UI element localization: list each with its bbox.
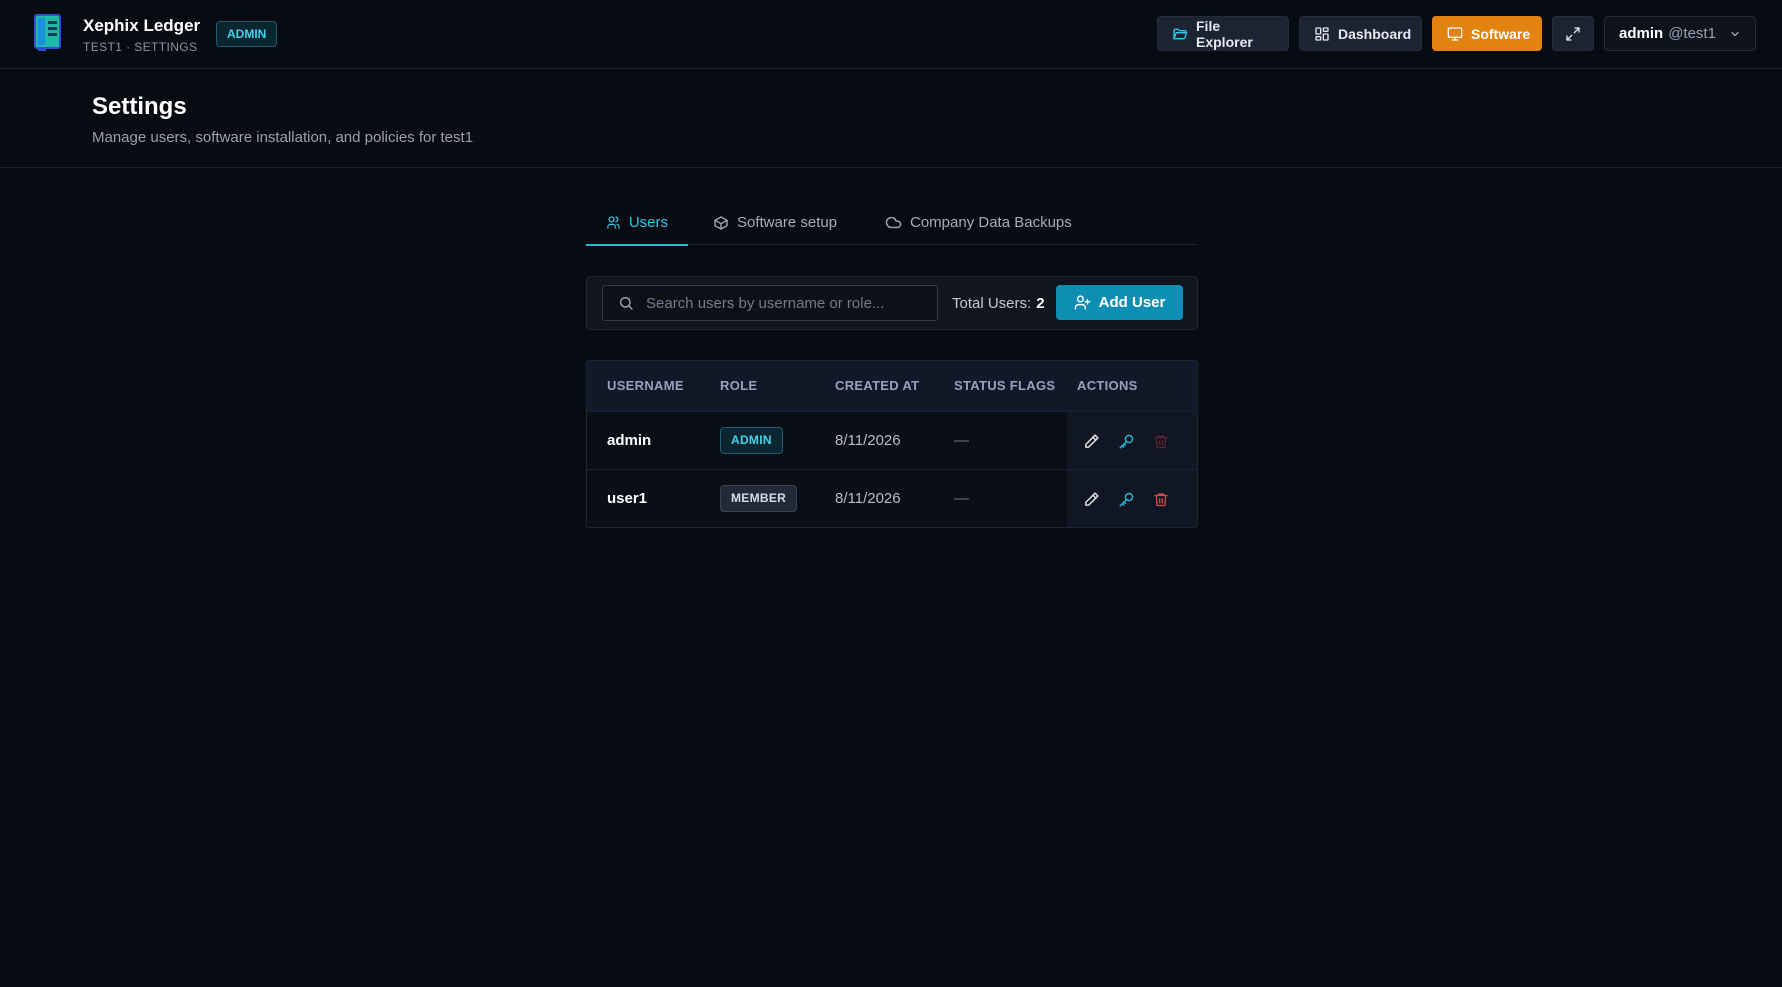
file-explorer-button[interactable]: File Explorer xyxy=(1157,16,1289,51)
software-label: Software xyxy=(1471,25,1531,42)
top-bar: Xephix Ledger TEST1 · SETTINGS ADMIN Fil… xyxy=(0,0,1782,69)
users-icon xyxy=(607,216,620,229)
page-title: Settings xyxy=(92,93,187,120)
column-role[interactable]: ROLE xyxy=(720,361,757,411)
search-icon xyxy=(620,297,633,310)
status-flags-cell: — xyxy=(954,490,969,507)
tab-users[interactable]: Users xyxy=(586,200,688,246)
page-header: Settings Manage users, software installa… xyxy=(0,69,1782,168)
username-cell: user1 xyxy=(607,490,648,507)
user-plus-icon xyxy=(1074,295,1090,310)
search-box xyxy=(602,285,938,321)
edit-user-button[interactable] xyxy=(1081,431,1101,451)
reset-password-button[interactable] xyxy=(1116,489,1136,509)
settings-tabs: Users Software setup Company Data Backup… xyxy=(586,200,1198,246)
role-badge: MEMBER xyxy=(720,485,798,512)
chevron-down-icon xyxy=(1731,31,1739,36)
tab-software-setup[interactable]: Software setup xyxy=(713,200,837,245)
software-button[interactable]: Software xyxy=(1432,16,1542,51)
search-input[interactable] xyxy=(646,294,916,312)
edit-user-button[interactable] xyxy=(1081,489,1101,509)
user-menu-username: admin xyxy=(1619,25,1664,42)
add-user-label: Add User xyxy=(1098,294,1166,311)
app-title: Xephix Ledger xyxy=(83,16,201,35)
key-icon xyxy=(1118,492,1133,507)
ledger-logo-icon xyxy=(34,14,61,51)
table-row: admin ADMIN 8/11/2026 — xyxy=(587,411,1197,469)
add-user-button[interactable]: Add User xyxy=(1056,285,1183,320)
tab-company-data-backups-label: Company Data Backups xyxy=(910,214,1072,231)
role-badge: ADMIN xyxy=(216,21,278,47)
column-username[interactable]: USERNAME xyxy=(607,361,684,411)
dashboard-button[interactable]: Dashboard xyxy=(1299,16,1422,51)
pencil-icon xyxy=(1084,491,1099,506)
user-menu-company: @test1 xyxy=(1668,25,1716,42)
tab-users-label: Users xyxy=(628,214,668,231)
monitor-icon xyxy=(1447,26,1463,41)
username-cell: admin xyxy=(607,432,652,449)
column-status-flags[interactable]: STATUS FLAGS xyxy=(954,361,1055,411)
dashboard-icon xyxy=(1315,26,1329,41)
total-users-label: Total Users: xyxy=(952,294,1032,312)
user-menu[interactable]: admin @test1 xyxy=(1604,16,1756,51)
tab-software-setup-label: Software setup xyxy=(737,214,838,231)
cloud-icon xyxy=(885,216,902,229)
created-at-cell: 8/11/2026 xyxy=(835,432,901,449)
folder-open-icon xyxy=(1173,28,1188,39)
app-breadcrumb: TEST1 · SETTINGS xyxy=(83,40,198,54)
column-created-at[interactable]: CREATED AT xyxy=(835,361,919,411)
role-badge: ADMIN xyxy=(720,427,783,454)
delete-user-button[interactable] xyxy=(1151,489,1171,509)
users-table: USERNAME ROLE CREATED AT STATUS FLAGS AC… xyxy=(586,360,1198,528)
key-icon xyxy=(1118,434,1133,449)
total-users: Total Users: 2 xyxy=(952,277,1045,329)
column-actions: ACTIONS xyxy=(1077,378,1138,393)
trash-icon xyxy=(1154,435,1168,448)
status-flags-cell: — xyxy=(954,432,969,449)
created-at-cell: 8/11/2026 xyxy=(835,490,901,507)
file-explorer-label: File Explorer xyxy=(1196,17,1253,50)
reset-password-button[interactable] xyxy=(1116,431,1136,451)
package-icon xyxy=(714,215,728,230)
table-row: user1 MEMBER 8/11/2026 — xyxy=(587,469,1197,527)
page-subtitle: Manage users, software installation, and… xyxy=(92,129,474,146)
tab-company-data-backups[interactable]: Company Data Backups xyxy=(885,200,1072,245)
trash-icon xyxy=(1154,493,1168,506)
delete-user-button-disabled xyxy=(1151,431,1171,451)
expand-icon xyxy=(1566,26,1580,41)
table-header: USERNAME ROLE CREATED AT STATUS FLAGS AC… xyxy=(587,361,1197,411)
users-toolbar: Total Users: 2 Add User xyxy=(586,276,1198,330)
role-cell: MEMBER xyxy=(720,470,798,527)
role-cell: ADMIN xyxy=(720,412,783,469)
total-users-count: 2 xyxy=(1036,294,1045,312)
dashboard-label: Dashboard xyxy=(1338,25,1412,42)
fullscreen-button[interactable] xyxy=(1552,16,1594,51)
pencil-icon xyxy=(1084,433,1099,448)
